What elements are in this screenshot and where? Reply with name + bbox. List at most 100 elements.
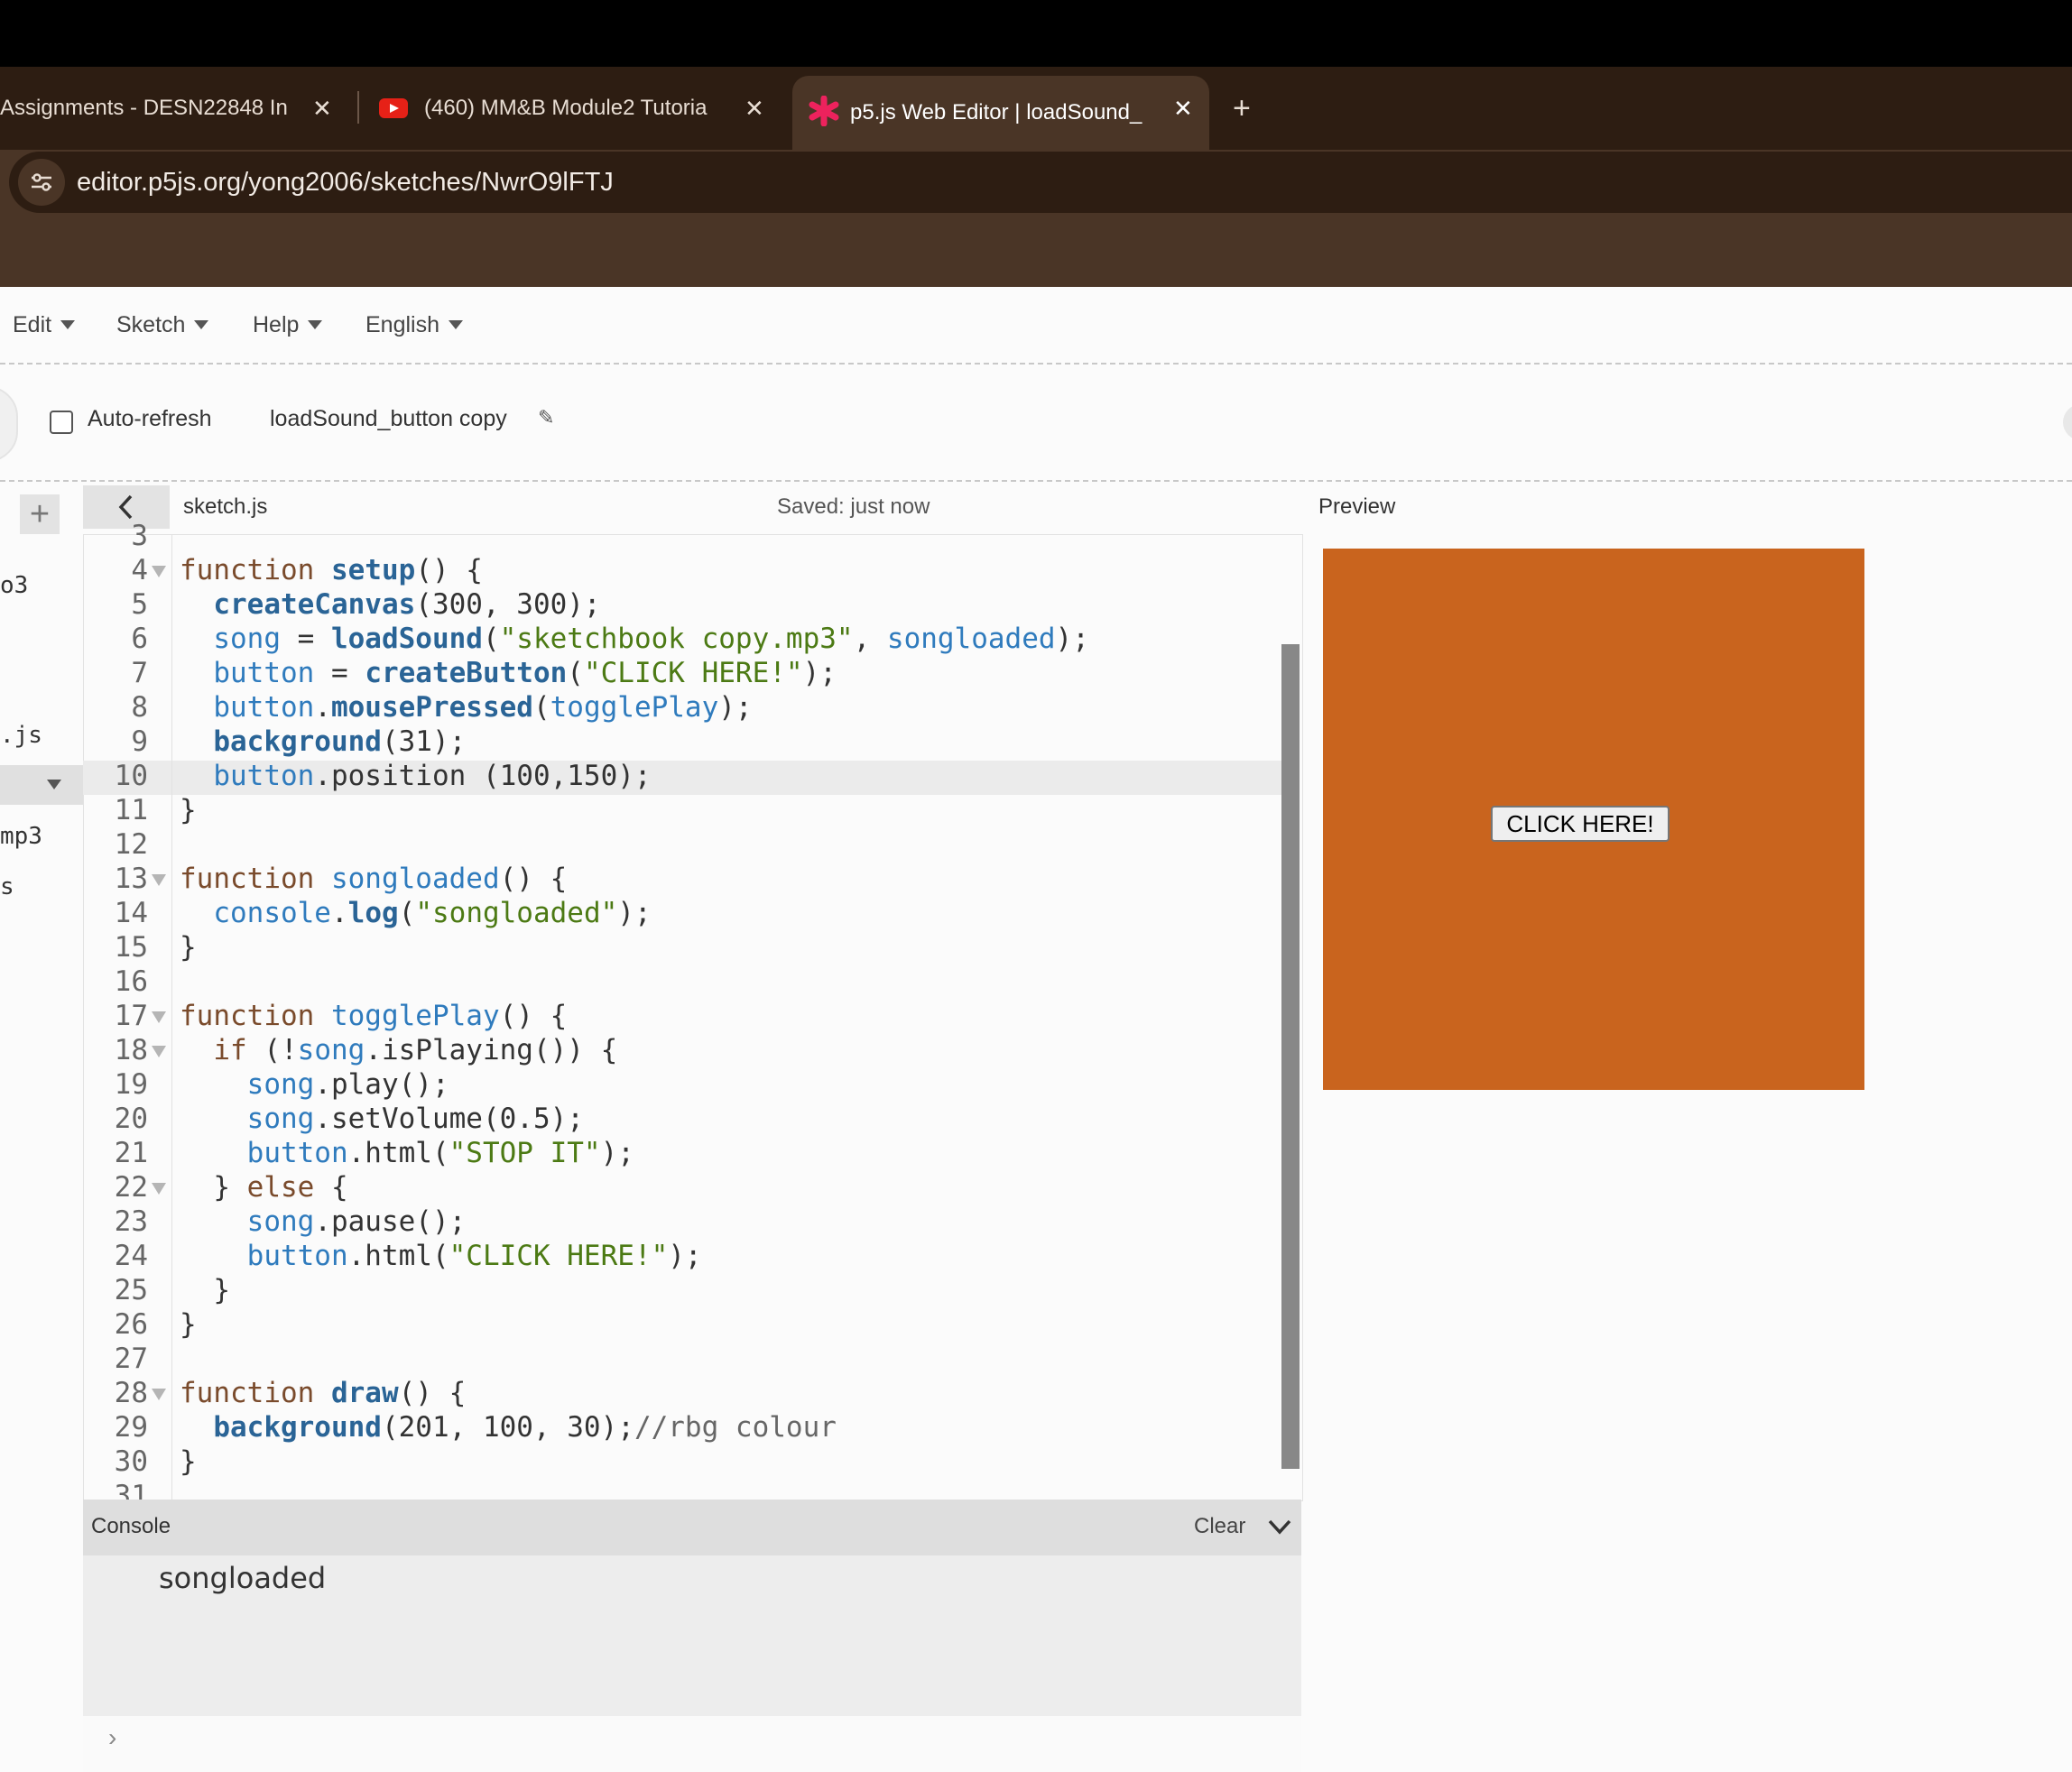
code-line-26: } bbox=[180, 1308, 197, 1341]
console-header bbox=[83, 1500, 1301, 1555]
code-line-11: } bbox=[180, 794, 197, 826]
line-number: 19 bbox=[114, 1068, 148, 1101]
line-number: 18 bbox=[114, 1034, 148, 1066]
line-number: 28 bbox=[114, 1377, 148, 1409]
line-number: 10 bbox=[114, 760, 148, 792]
sidebar-file-item[interactable]: o3 bbox=[0, 572, 28, 599]
line-number: 11 bbox=[114, 794, 148, 826]
chevron-left-icon bbox=[118, 494, 133, 520]
editor-file-name: sketch.js bbox=[183, 494, 268, 519]
tune-icon bbox=[32, 173, 51, 191]
line-number: 21 bbox=[114, 1137, 148, 1169]
code-line-13: function songloaded() { bbox=[180, 863, 568, 895]
line-number: 22 bbox=[114, 1171, 148, 1204]
close-tab-icon[interactable]: ✕ bbox=[745, 67, 764, 150]
sidebar-folder-row[interactable] bbox=[0, 765, 83, 805]
code-line-20: song.setVolume(0.5); bbox=[246, 1103, 584, 1135]
new-tab-button[interactable]: + bbox=[1233, 67, 1251, 150]
menu-edit[interactable]: Edit bbox=[13, 287, 76, 363]
line-number: 4 bbox=[131, 554, 148, 586]
code-line-21: button.html("STOP IT"); bbox=[246, 1137, 634, 1169]
fold-arrow-icon[interactable] bbox=[152, 1183, 166, 1195]
auto-refresh-label: Auto-refresh bbox=[88, 406, 212, 431]
p5-asterisk-icon bbox=[809, 96, 839, 126]
console-clear-button[interactable]: Clear bbox=[1194, 1514, 1245, 1539]
code-line-17: function togglePlay() { bbox=[180, 1000, 568, 1032]
code-line-29: background(201, 100, 30);//rbg colour bbox=[213, 1411, 837, 1444]
code-line-28: function draw() { bbox=[180, 1377, 467, 1409]
window-title-bar bbox=[0, 0, 2072, 67]
chevron-down-icon[interactable] bbox=[1267, 1514, 1292, 1539]
line-number: 16 bbox=[114, 965, 148, 998]
line-number: 14 bbox=[114, 897, 148, 929]
sidebar-file-item[interactable]: mp3 bbox=[0, 823, 42, 850]
prompt-chevron-icon: › bbox=[108, 1723, 117, 1751]
sketch-click-here-button[interactable]: CLICK HERE! bbox=[1491, 806, 1670, 842]
code-line-18: if (!song.isPlaying()) { bbox=[213, 1034, 618, 1066]
folder-caret-icon[interactable] bbox=[47, 780, 61, 789]
fold-arrow-icon[interactable] bbox=[152, 566, 166, 577]
line-number: 29 bbox=[114, 1411, 148, 1444]
sidebar-file-item[interactable]: s bbox=[0, 873, 14, 900]
code-line-4: function setup() { bbox=[180, 554, 483, 586]
line-number: 26 bbox=[114, 1308, 148, 1341]
menu-label: Sketch bbox=[116, 311, 186, 337]
code-line-22: } else { bbox=[213, 1171, 348, 1204]
code-line-7: button = createButton("CLICK HERE!"); bbox=[213, 657, 837, 689]
caret-down-icon bbox=[60, 320, 76, 329]
code-line-10: button.position (100,150); bbox=[213, 760, 652, 792]
menu-sketch[interactable]: Sketch bbox=[116, 287, 209, 363]
sketch-name[interactable]: loadSound_button copy bbox=[270, 406, 507, 432]
tab-title: (460) MM&B Module2 Tutoria bbox=[424, 96, 708, 120]
url-text[interactable]: editor.p5js.org/yong2006/sketches/NwrO9l… bbox=[77, 159, 614, 206]
code-line-5: createCanvas(300, 300); bbox=[213, 588, 601, 621]
code-line-30: } bbox=[180, 1445, 197, 1478]
line-number: 12 bbox=[114, 828, 148, 861]
fold-arrow-icon[interactable] bbox=[152, 874, 166, 886]
line-number: 13 bbox=[114, 863, 148, 895]
tab-separator bbox=[357, 91, 359, 124]
menu-label: English bbox=[365, 311, 439, 337]
tab-youtube[interactable]: (460) MM&B Module2 Tutoria bbox=[379, 67, 731, 150]
menu-help[interactable]: Help bbox=[253, 287, 323, 363]
code-line-25: } bbox=[213, 1274, 230, 1306]
line-number: 27 bbox=[114, 1343, 148, 1375]
line-number: 9 bbox=[131, 725, 148, 758]
menu-language[interactable]: English bbox=[365, 287, 463, 363]
sidebar-file-item[interactable]: .js bbox=[0, 722, 42, 749]
editor-menu-bar: Edit Sketch Help English bbox=[0, 287, 2072, 365]
code-line-15: } bbox=[180, 931, 197, 964]
console-input[interactable] bbox=[83, 1716, 1301, 1772]
tab-p5-editor[interactable]: p5.js Web Editor | loadSound_ bbox=[792, 76, 1209, 150]
code-line-14: console.log("songloaded"); bbox=[213, 897, 652, 929]
add-file-button[interactable]: + bbox=[20, 494, 60, 534]
menu-label: Edit bbox=[13, 311, 52, 337]
caret-down-icon bbox=[308, 320, 323, 329]
editor-scrollbar[interactable] bbox=[1281, 644, 1300, 1469]
tab-assignments[interactable]: Assignments - DESN22848 In bbox=[0, 67, 298, 150]
line-number: 6 bbox=[131, 623, 148, 655]
close-tab-icon[interactable]: ✕ bbox=[1173, 67, 1193, 150]
line-number: 30 bbox=[114, 1445, 148, 1478]
tab-title: Assignments - DESN22848 In bbox=[0, 96, 288, 120]
code-line-9: background(31); bbox=[213, 725, 467, 758]
console-label: Console bbox=[91, 1514, 171, 1538]
code-line-6: song = loadSound("sketchbook copy.mp3", … bbox=[213, 623, 1089, 655]
code-line-23: song.pause(); bbox=[246, 1205, 467, 1238]
code-line-24: button.html("CLICK HERE!"); bbox=[246, 1240, 702, 1272]
line-number: 20 bbox=[114, 1103, 148, 1135]
fold-arrow-icon[interactable] bbox=[152, 1011, 166, 1023]
line-number: 17 bbox=[114, 1000, 148, 1032]
line-number: 8 bbox=[131, 691, 148, 724]
fold-arrow-icon[interactable] bbox=[152, 1046, 166, 1057]
auto-refresh-checkbox[interactable] bbox=[50, 411, 73, 434]
site-info-icon[interactable] bbox=[18, 159, 65, 206]
caret-down-icon bbox=[449, 320, 463, 329]
line-number: 7 bbox=[131, 657, 148, 689]
line-number: 15 bbox=[114, 931, 148, 964]
close-tab-icon[interactable]: ✕ bbox=[312, 67, 332, 150]
line-number: 5 bbox=[131, 588, 148, 621]
line-number: 24 bbox=[114, 1240, 148, 1272]
edit-name-pencil-icon[interactable]: ✎ bbox=[538, 406, 554, 429]
fold-arrow-icon[interactable] bbox=[152, 1389, 166, 1400]
